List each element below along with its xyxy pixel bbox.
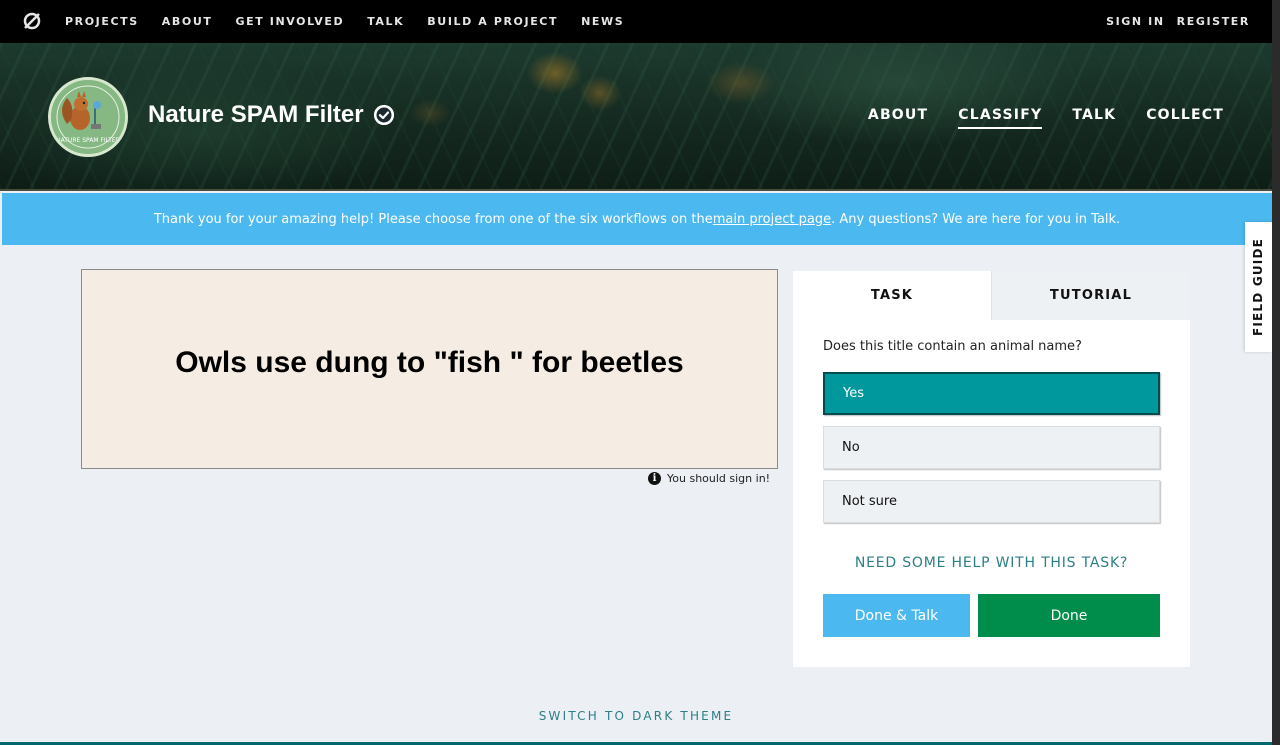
sign-in-notice-text: You should sign in! <box>667 472 771 485</box>
sign-in-link[interactable]: SIGN IN <box>1106 15 1165 28</box>
subject-title-text: Owls use dung to "fish " for beetles <box>175 346 684 379</box>
site-links: PROJECTS ABOUT GET INVOLVED TALK BUILD A… <box>65 0 647 43</box>
field-guide-tab[interactable]: FIELD GUIDE <box>1245 222 1272 352</box>
register-link[interactable]: REGISTER <box>1177 15 1250 28</box>
answer-yes-button[interactable]: Yes <box>823 372 1160 415</box>
tab-task[interactable]: TASK <box>793 271 991 320</box>
nav-talk-link[interactable]: TALK <box>367 15 404 28</box>
project-collect-link[interactable]: COLLECT <box>1146 107 1224 129</box>
auth-links: SIGN IN REGISTER <box>1094 0 1250 43</box>
announcement-banner: Thank you for your amazing help! Please … <box>2 193 1272 245</box>
task-help-link[interactable]: NEED SOME HELP WITH THIS TASK? <box>793 555 1190 571</box>
info-icon: i <box>648 472 661 485</box>
answer-label: No <box>842 440 860 455</box>
switch-dark-theme-link[interactable]: SWITCH TO DARK THEME <box>0 709 1272 723</box>
project-talk-link[interactable]: TALK <box>1072 107 1116 129</box>
banner-text-before: Thank you for your amazing help! Please … <box>153 211 713 227</box>
project-classify-link[interactable]: CLASSIFY <box>958 107 1043 129</box>
zooniverse-logo-icon[interactable] <box>22 11 42 31</box>
task-question: Does this title contain an animal name? <box>823 339 1082 354</box>
main-project-page-link[interactable]: main project page <box>713 212 831 227</box>
task-tabs: TASK TUTORIAL <box>793 271 1190 320</box>
sign-in-notice[interactable]: i You should sign in! <box>648 472 770 485</box>
done-and-talk-button[interactable]: Done & Talk <box>823 594 970 637</box>
nav-projects-link[interactable]: PROJECTS <box>65 15 139 28</box>
subject-viewer: Owls use dung to "fish " for beetles <box>81 269 778 469</box>
project-title-text: Nature SPAM Filter <box>148 101 364 128</box>
answer-not-sure-button[interactable]: Not sure <box>823 480 1160 523</box>
field-guide-label: FIELD GUIDE <box>1251 237 1266 337</box>
answer-label: Yes <box>843 386 864 401</box>
project-header: NATURE SPAM FILTER Nature SPAM Filter AB… <box>0 43 1272 191</box>
nav-about-link[interactable]: ABOUT <box>162 15 213 28</box>
answer-label: Not sure <box>842 494 897 509</box>
project-about-link[interactable]: ABOUT <box>868 107 928 129</box>
top-navigation: PROJECTS ABOUT GET INVOLVED TALK BUILD A… <box>0 0 1280 43</box>
tab-tutorial[interactable]: TUTORIAL <box>991 271 1190 320</box>
task-panel: TASK TUTORIAL Does this title contain an… <box>793 271 1190 667</box>
project-navigation: ABOUT CLASSIFY TALK COLLECT <box>868 107 1224 129</box>
banner-text-after: . Any questions? We are here for you in … <box>831 211 1121 227</box>
verified-check-icon <box>373 105 394 125</box>
window-scrollbar[interactable] <box>1272 0 1280 745</box>
avatar-logo-text: NATURE SPAM FILTER <box>56 137 120 144</box>
answer-no-button[interactable]: No <box>823 426 1160 469</box>
nav-build-project-link[interactable]: BUILD A PROJECT <box>427 15 558 28</box>
project-title[interactable]: Nature SPAM Filter <box>148 101 394 129</box>
done-button[interactable]: Done <box>978 594 1160 637</box>
nav-news-link[interactable]: NEWS <box>581 15 624 28</box>
nav-get-involved-link[interactable]: GET INVOLVED <box>235 15 344 28</box>
project-avatar[interactable]: NATURE SPAM FILTER <box>48 77 128 157</box>
